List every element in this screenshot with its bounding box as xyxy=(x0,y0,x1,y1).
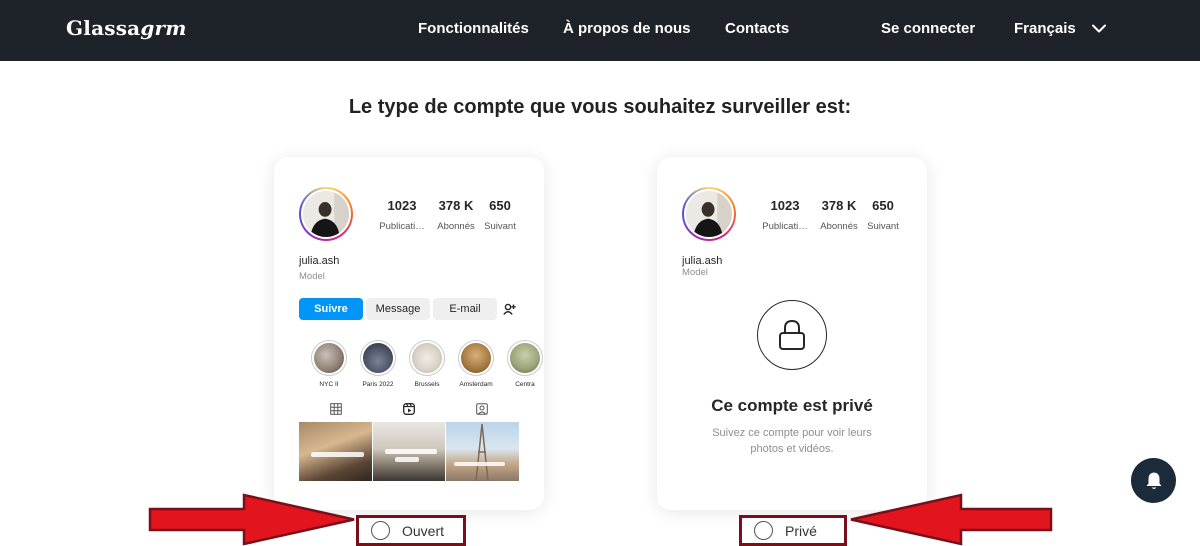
post-grid xyxy=(299,422,520,481)
lock-icon xyxy=(779,319,805,350)
tagged-icon[interactable] xyxy=(476,403,489,415)
stat-following-label: Suivant xyxy=(867,221,899,232)
highlight-item[interactable]: Amsterdam xyxy=(457,340,495,388)
highlight-label: Paris 2022 xyxy=(362,381,394,388)
profile-tabs xyxy=(299,403,519,415)
stat-followers: 378 K Abonnés xyxy=(434,198,478,232)
follow-button[interactable]: Suivre xyxy=(299,298,363,320)
stat-posts-value: 1023 xyxy=(387,198,417,213)
highlight-label: Centra xyxy=(515,381,535,388)
stat-following: 650 Suivant xyxy=(865,198,901,232)
nav-link-about[interactable]: À propos de nous xyxy=(563,20,691,37)
language-selector[interactable]: Français xyxy=(1014,20,1106,37)
private-account-card: 1023 Publicati… 378 K Abonnés 650 Suivan… xyxy=(657,157,927,510)
highlight-cover xyxy=(510,343,540,373)
suggest-user-icon[interactable] xyxy=(500,298,518,320)
stat-followers: 378 K Abonnés xyxy=(817,198,861,232)
message-button[interactable]: Message xyxy=(366,298,430,320)
stat-posts: 1023 Publicati… xyxy=(372,198,432,232)
post-thumbnail[interactable] xyxy=(299,422,372,481)
stat-following-label: Suivant xyxy=(484,221,516,232)
notification-button[interactable] xyxy=(1131,458,1176,503)
private-account-title: Ce compte est privé xyxy=(711,396,873,415)
highlight-item[interactable]: Brussels xyxy=(408,340,446,388)
username: julia.ash xyxy=(299,255,340,267)
profile-category: Model xyxy=(682,267,708,278)
highlight-item[interactable]: Paris 2022 xyxy=(359,340,397,388)
radio-open[interactable] xyxy=(371,521,390,540)
story-highlights: NYC II Paris 2022 Brussels Amsterdam Cen… xyxy=(310,340,544,388)
highlight-label: Brussels xyxy=(414,381,440,388)
stat-followers-label: Abonnés xyxy=(437,221,475,232)
post-thumbnail[interactable] xyxy=(446,422,520,481)
option-open-label: Ouvert xyxy=(402,522,445,539)
highlight-item[interactable]: NYC II xyxy=(310,340,348,388)
grid-icon[interactable] xyxy=(329,403,342,415)
reels-icon[interactable] xyxy=(403,403,415,415)
option-open[interactable]: Ouvert xyxy=(356,515,466,546)
post-thumbnail[interactable] xyxy=(372,422,446,481)
highlight-cover xyxy=(412,343,442,373)
avatar xyxy=(682,187,736,241)
highlight-item[interactable]: Centra xyxy=(506,340,544,388)
stat-posts-label: Publicati… xyxy=(762,221,808,232)
stat-following-value: 650 xyxy=(872,198,894,213)
highlight-cover xyxy=(461,343,491,373)
profile-category: Model xyxy=(299,271,325,282)
stat-posts-value: 1023 xyxy=(770,198,800,213)
highlight-label: Amsterdam xyxy=(459,381,493,388)
email-button[interactable]: E-mail xyxy=(433,298,497,320)
avatar xyxy=(299,187,353,241)
nav-link-features[interactable]: Fonctionnalités xyxy=(418,20,529,37)
private-account-description: Suivez ce compte pour voir leurs photos … xyxy=(712,427,872,455)
option-private[interactable]: Privé xyxy=(739,515,847,546)
username: julia.ash xyxy=(682,255,723,267)
lock-badge xyxy=(757,300,827,370)
avatar-photo xyxy=(303,191,349,237)
logo[interactable]: Glassagrm xyxy=(66,16,187,40)
chevron-down-icon xyxy=(1091,24,1106,33)
logo-text-italic: grm xyxy=(140,16,187,40)
logo-text: Glassa xyxy=(66,16,141,40)
arrow-right-icon xyxy=(148,493,355,546)
stat-following-value: 650 xyxy=(489,198,511,213)
highlight-cover xyxy=(363,343,393,373)
highlight-cover xyxy=(314,343,344,373)
radio-private[interactable] xyxy=(754,521,773,540)
eiffel-tower-photo xyxy=(475,423,490,481)
nav-link-contacts[interactable]: Contacts xyxy=(725,20,789,37)
avatar-photo xyxy=(686,191,732,237)
top-navbar: Glassagrm Fonctionnalités À propos de no… xyxy=(0,0,1200,61)
stat-followers-value: 378 K xyxy=(438,198,474,213)
stat-followers-label: Abonnés xyxy=(820,221,858,232)
login-link[interactable]: Se connecter xyxy=(881,20,975,37)
stat-posts: 1023 Publicati… xyxy=(755,198,815,232)
highlight-label: NYC II xyxy=(319,381,339,388)
stat-followers-value: 378 K xyxy=(821,198,857,213)
language-label: Français xyxy=(1014,20,1076,37)
open-account-card: 1023 Publicati… 378 K Abonnés 650 Suivan… xyxy=(274,157,544,510)
profile-actions: Suivre Message E-mail xyxy=(299,298,518,320)
page-heading: Le type de compte que vous souhaitez sur… xyxy=(348,96,852,118)
option-private-label: Privé xyxy=(785,522,817,539)
stat-posts-label: Publicati… xyxy=(379,221,425,232)
arrow-left-icon xyxy=(850,493,1053,546)
stat-following: 650 Suivant xyxy=(482,198,518,232)
bell-icon xyxy=(1146,472,1161,489)
